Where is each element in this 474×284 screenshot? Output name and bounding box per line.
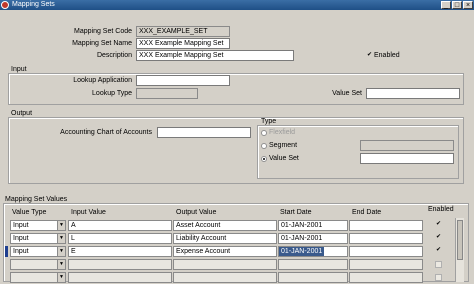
lookup-application-label: Lookup Application bbox=[73, 77, 132, 84]
input-value-cell[interactable]: L bbox=[68, 233, 172, 244]
start-date-selected-text: 01-JAN-2001 bbox=[279, 247, 325, 256]
mapping-set-values-label: Mapping Set Values bbox=[5, 196, 68, 203]
table-scrollbar[interactable] bbox=[455, 218, 464, 282]
col-header-value-type: Value Type bbox=[12, 209, 47, 216]
mapping-set-code-field[interactable]: XXX_EXAMPLE_SET bbox=[136, 26, 230, 37]
oracle-app-icon bbox=[1, 1, 9, 9]
chevron-down-icon[interactable]: ▼ bbox=[57, 247, 65, 256]
output-value-cell[interactable]: Expense Account bbox=[173, 246, 277, 257]
output-value-set-field[interactable] bbox=[360, 153, 454, 164]
value-set-option-label: Value Set bbox=[269, 155, 299, 162]
start-date-cell[interactable] bbox=[278, 259, 348, 270]
chart-of-accounts-field[interactable] bbox=[157, 127, 251, 138]
input-value-cell[interactable]: A bbox=[68, 220, 172, 231]
value-type-select[interactable]: Input ▼ bbox=[10, 220, 66, 231]
end-date-cell[interactable] bbox=[349, 272, 423, 283]
output-value-cell[interactable]: Asset Account bbox=[173, 220, 277, 231]
window-title: Mapping Sets bbox=[12, 1, 55, 8]
end-date-cell[interactable] bbox=[349, 246, 423, 257]
lookup-application-field[interactable] bbox=[136, 75, 230, 86]
row-enabled-checkbox[interactable]: ✔ bbox=[435, 234, 442, 242]
chevron-down-icon[interactable]: ▼ bbox=[57, 260, 65, 269]
segment-radio[interactable] bbox=[261, 143, 267, 149]
col-header-output-value: Output Value bbox=[176, 209, 217, 216]
input-value-cell[interactable]: E bbox=[68, 246, 172, 257]
value-type-value: Input bbox=[13, 248, 29, 255]
flexfield-option-label: Flexfield bbox=[269, 129, 296, 136]
lookup-type-label: Lookup Type bbox=[92, 90, 132, 97]
description-label: Description bbox=[96, 52, 132, 59]
value-type-select[interactable]: Input ▼ bbox=[10, 233, 66, 244]
value-type-value: Input bbox=[13, 222, 29, 229]
enabled-checkbox[interactable]: ✔ bbox=[366, 52, 373, 60]
current-row-indicator bbox=[5, 246, 8, 257]
flexfield-radio[interactable] bbox=[261, 130, 267, 136]
row-enabled-checkbox[interactable]: ✔ bbox=[435, 221, 442, 229]
start-date-cell[interactable]: 01-JAN-2001 bbox=[278, 220, 348, 231]
col-header-start-date: Start Date bbox=[280, 209, 312, 216]
value-type-select[interactable]: Input ▼ bbox=[10, 246, 66, 257]
chevron-down-icon[interactable]: ▼ bbox=[57, 221, 65, 230]
maximize-button[interactable]: □ bbox=[452, 1, 462, 9]
input-value-cell[interactable] bbox=[68, 259, 172, 270]
output-value-cell[interactable] bbox=[173, 259, 277, 270]
segment-field[interactable] bbox=[360, 140, 454, 151]
input-value-cell[interactable] bbox=[68, 272, 172, 283]
row-enabled-checkbox[interactable] bbox=[435, 261, 442, 268]
scrollbar-thumb[interactable] bbox=[457, 220, 463, 260]
col-header-end-date: End Date bbox=[352, 209, 382, 216]
output-value-cell[interactable]: Liability Account bbox=[173, 233, 277, 244]
mapping-set-code-label: Mapping Set Code bbox=[74, 28, 132, 35]
row-enabled-checkbox[interactable]: ✔ bbox=[435, 247, 442, 255]
end-date-cell[interactable] bbox=[349, 220, 423, 231]
minimize-button[interactable]: _ bbox=[441, 1, 451, 9]
mapping-set-name-label: Mapping Set Name bbox=[72, 40, 132, 47]
value-type-select[interactable]: ▼ bbox=[10, 259, 66, 270]
start-date-cell[interactable] bbox=[278, 272, 348, 283]
lookup-type-field[interactable] bbox=[136, 88, 198, 99]
value-type-select[interactable]: ▼ bbox=[10, 272, 66, 283]
chart-of-accounts-label: Accounting Chart of Accounts bbox=[60, 129, 152, 136]
start-date-cell[interactable]: 01-JAN-2001 bbox=[278, 233, 348, 244]
col-header-enabled: Enabled bbox=[428, 206, 454, 213]
output-section-label: Output bbox=[11, 110, 33, 117]
start-date-cell[interactable]: 01-JAN-2001 bbox=[278, 246, 348, 257]
mapping-set-name-field[interactable]: XXX Example Mapping Set bbox=[136, 38, 230, 49]
col-header-input-value: Input Value bbox=[71, 209, 106, 216]
chevron-down-icon[interactable]: ▼ bbox=[57, 273, 65, 282]
value-set-field[interactable] bbox=[366, 88, 460, 99]
description-field[interactable]: XXX Example Mapping Set bbox=[136, 50, 294, 61]
end-date-cell[interactable] bbox=[349, 259, 423, 270]
window-titlebar: Mapping Sets _ □ × bbox=[0, 0, 474, 10]
close-button[interactable]: × bbox=[463, 1, 473, 9]
value-type-value: Input bbox=[13, 235, 29, 242]
chevron-down-icon[interactable]: ▼ bbox=[57, 234, 65, 243]
input-section-label: Input bbox=[11, 66, 27, 73]
segment-option-label: Segment bbox=[269, 142, 298, 149]
value-set-label: Value Set bbox=[332, 90, 362, 97]
type-label: Type bbox=[261, 118, 277, 125]
output-value-cell[interactable] bbox=[173, 272, 277, 283]
row-enabled-checkbox[interactable] bbox=[435, 274, 442, 281]
value-set-radio[interactable] bbox=[261, 156, 267, 162]
enabled-label: Enabled bbox=[374, 52, 400, 59]
end-date-cell[interactable] bbox=[349, 233, 423, 244]
